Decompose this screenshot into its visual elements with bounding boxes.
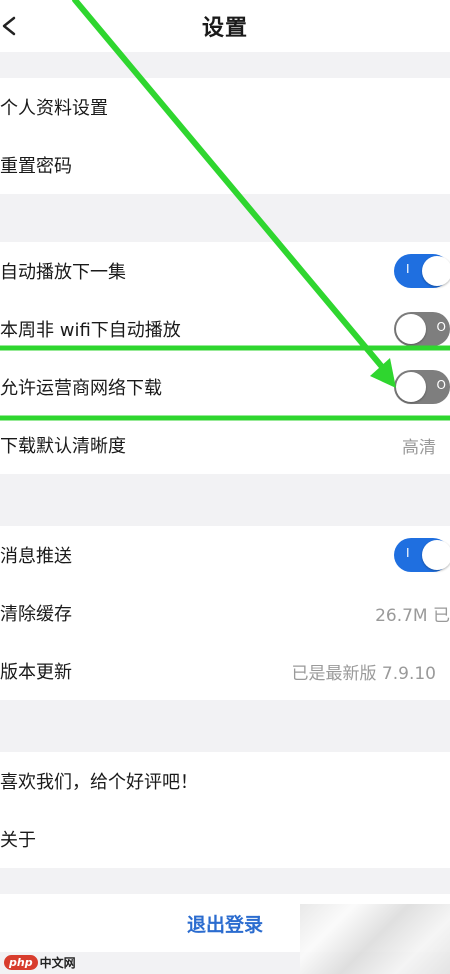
non-wifi-autoplay-row: 本周非 wifi下自动播放 O <box>0 300 450 358</box>
cache-size-value: 26.7M 已 <box>375 605 450 626</box>
blurred-watermark-patch <box>300 904 450 974</box>
toggle-knob <box>396 314 426 344</box>
autoplay-next-row: 自动播放下一集 I <box>0 242 450 300</box>
about-row[interactable]: 关于 <box>0 810 450 868</box>
row-label: 下载默认清晰度 <box>0 436 126 457</box>
version-update-row[interactable]: 版本更新 已是最新版 7.9.10 <box>0 642 450 700</box>
toggle-knob <box>422 256 450 286</box>
logout-button[interactable]: 退出登录 <box>187 910 263 937</box>
toggle-on-mark: I <box>406 262 410 276</box>
download-quality-value: 高清 <box>402 437 436 458</box>
row-label: 允许运营商网络下载 <box>0 378 162 399</box>
reset-password-row[interactable]: 重置密码 <box>0 136 450 194</box>
profile-group: 个人资料设置 重置密码 <box>0 78 450 194</box>
row-label: 版本更新 <box>0 662 72 683</box>
top-bar: 设置 <box>0 0 450 52</box>
profile-settings-row[interactable]: 个人资料设置 <box>0 78 450 136</box>
site-watermark: php 中文网 <box>4 954 76 971</box>
system-group: 消息推送 I 清除缓存 26.7M 已 版本更新 已是最新版 7.9.10 <box>0 526 450 700</box>
row-label: 喜欢我们，给个好评吧！ <box>0 772 198 793</box>
row-label: 消息推送 <box>0 546 72 567</box>
clear-cache-row[interactable]: 清除缓存 26.7M 已 <box>0 584 450 642</box>
non-wifi-autoplay-toggle[interactable]: O <box>394 312 450 346</box>
back-button[interactable] <box>0 8 30 44</box>
row-label: 本周非 wifi下自动播放 <box>0 320 181 341</box>
row-label: 关于 <box>0 830 36 851</box>
watermark-text: 中文网 <box>39 956 76 970</box>
playback-group: 自动播放下一集 I 本周非 wifi下自动播放 O 允许运营商网络下载 O 下载… <box>0 242 450 474</box>
toggle-off-mark: O <box>436 320 446 334</box>
watermark-badge: php <box>4 955 38 970</box>
row-label: 自动播放下一集 <box>0 262 126 283</box>
push-notification-toggle[interactable]: I <box>394 538 450 572</box>
row-label: 个人资料设置 <box>0 98 108 119</box>
push-notification-row: 消息推送 I <box>0 526 450 584</box>
row-label: 清除缓存 <box>0 604 72 625</box>
toggle-knob <box>396 372 426 402</box>
carrier-download-row: 允许运营商网络下载 O <box>0 358 450 416</box>
download-quality-row[interactable]: 下载默认清晰度 高清 <box>0 416 450 474</box>
toggle-on-mark: I <box>406 546 410 560</box>
carrier-download-toggle[interactable]: O <box>394 370 450 404</box>
toggle-off-mark: O <box>436 378 446 392</box>
row-label: 重置密码 <box>0 156 72 177</box>
about-group: 喜欢我们，给个好评吧！ 关于 <box>0 752 450 868</box>
toggle-knob <box>422 540 450 570</box>
rate-us-row[interactable]: 喜欢我们，给个好评吧！ <box>0 752 450 810</box>
chevron-left-icon <box>2 16 16 36</box>
autoplay-next-toggle[interactable]: I <box>394 254 450 288</box>
version-value: 已是最新版 7.9.10 <box>291 663 436 684</box>
page-title: 设置 <box>201 16 248 41</box>
